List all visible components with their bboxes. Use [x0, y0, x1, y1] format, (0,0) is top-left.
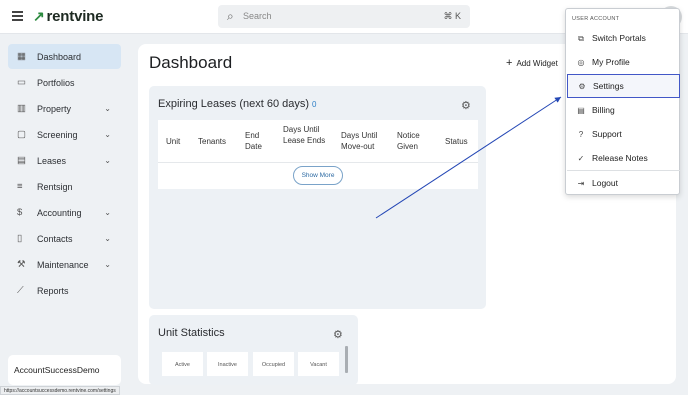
- menu-item-label: Switch Portals: [592, 33, 646, 43]
- menu-item-settings[interactable]: ⚙ Settings: [567, 74, 680, 98]
- settings-icon: ⚙: [578, 81, 586, 91]
- menu-item-label: My Profile: [592, 57, 630, 67]
- menu-item-switch-portals[interactable]: ⧉ Switch Portals: [567, 26, 680, 50]
- menu-header: USER ACCOUNT: [572, 16, 620, 22]
- switch-icon: ⧉: [578, 33, 584, 43]
- menu-item-label: Release Notes: [592, 153, 648, 163]
- logout-icon: ⇥: [577, 178, 585, 188]
- menu-item-label: Billing: [592, 105, 615, 115]
- check-circle-icon: ✓: [577, 153, 585, 163]
- menu-item-support[interactable]: ? Support: [567, 122, 680, 146]
- user-circle-icon: ◎: [577, 57, 585, 67]
- billing-icon: ▤: [577, 105, 585, 115]
- help-icon: ?: [578, 129, 584, 139]
- menu-item-my-profile[interactable]: ◎ My Profile: [567, 50, 680, 74]
- user-account-menu: USER ACCOUNT ⧉ Switch Portals ◎ My Profile…: [565, 8, 680, 195]
- menu-item-label: Support: [592, 129, 622, 139]
- menu-item-label: Logout: [592, 178, 618, 188]
- menu-item-release-notes[interactable]: ✓ Release Notes: [567, 146, 680, 170]
- menu-item-billing[interactable]: ▤ Billing: [567, 98, 680, 122]
- menu-item-label: Settings: [593, 81, 624, 91]
- menu-item-logout[interactable]: ⇥ Logout: [567, 171, 680, 195]
